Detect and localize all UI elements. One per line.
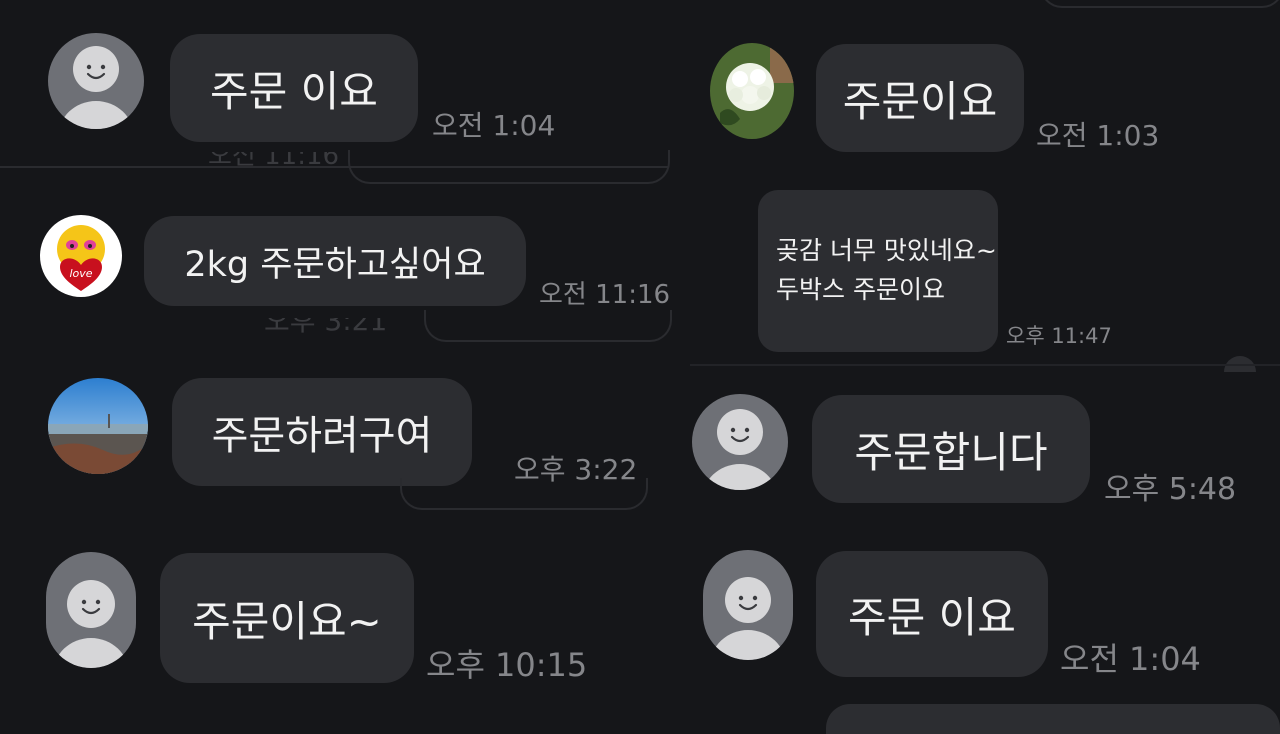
divider [690, 364, 1280, 366]
white-flower-photo [710, 43, 794, 139]
message-text: 주문 이요 [848, 592, 1016, 642]
avatar[interactable] [46, 552, 136, 668]
message-timestamp: 오전 1:04 [432, 109, 556, 142]
message-bubble[interactable]: 주문이요 [816, 44, 1024, 152]
cut-off-timestamp: 오후 3:21 [264, 318, 387, 334]
svg-text:love: love [69, 267, 92, 280]
message-timestamp: 오후 11:47 [1006, 324, 1112, 348]
message-timestamp: 오후 5:48 [1104, 472, 1237, 507]
cut-off-bubble [1040, 0, 1280, 8]
cut-off-bubble [424, 310, 672, 342]
avatar[interactable] [48, 33, 144, 129]
message-bubble[interactable]: 주문하려구여 [172, 378, 472, 486]
cut-off-timestamp: 오전 11:16 [208, 152, 340, 171]
cut-off-bubble [826, 704, 1280, 734]
message-bubble[interactable]: 곶감 너무 맛있네요~ 두박스 주문이요 [758, 190, 998, 352]
message-text: 주문이요 [842, 76, 998, 126]
message-text: 주문 이요 [210, 66, 378, 116]
cut-off-bubble [400, 478, 648, 510]
message-text: 곶감 너무 맛있네요~ 두박스 주문이요 [776, 236, 997, 304]
message-timestamp: 오전 1:04 [1060, 640, 1201, 678]
message-bubble[interactable]: 주문 이요 [816, 551, 1048, 677]
avatar[interactable] [710, 43, 794, 139]
avatar[interactable] [692, 394, 788, 490]
avatar[interactable]: love [40, 215, 122, 297]
message-text: 주문합니다 [854, 427, 1048, 477]
message-bubble[interactable]: 주문 이요 [170, 34, 418, 142]
avatar[interactable] [703, 550, 793, 660]
default-person-icon [703, 409, 777, 490]
message-timestamp: 오전 11:16 [539, 280, 671, 310]
divider [0, 166, 668, 168]
message-text: 2kg 주문하고싶어요 [184, 244, 486, 285]
message-text: 주문이요~ [192, 596, 382, 646]
message-timestamp: 오후 10:15 [426, 646, 588, 684]
message-bubble[interactable]: 주문합니다 [812, 395, 1090, 503]
message-timestamp: 오전 1:03 [1036, 119, 1160, 152]
city-view-photo [48, 378, 148, 474]
message-bubble[interactable]: 주문이요~ [160, 553, 414, 683]
default-person-icon [58, 46, 134, 129]
love-heart-emoji: love [57, 225, 105, 291]
avatar[interactable] [48, 378, 148, 474]
message-bubble[interactable]: 2kg 주문하고싶어요 [144, 216, 526, 306]
default-person-icon [53, 580, 129, 668]
message-text: 주문하려구여 [211, 413, 433, 459]
default-person-icon [710, 577, 786, 660]
